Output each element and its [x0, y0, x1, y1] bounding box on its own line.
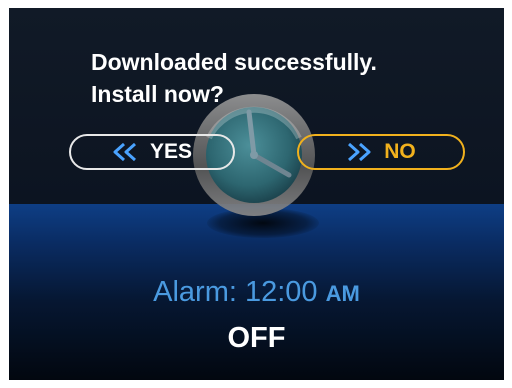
dialog-line-2: Install now? — [91, 81, 224, 107]
yes-button[interactable]: YES — [69, 134, 235, 170]
alarm-prefix: Alarm: — [153, 276, 245, 308]
rewind-icon — [113, 142, 136, 162]
alarm-time: Alarm: 12:00 AM — [9, 276, 504, 309]
alarm-time-value: 12:00 — [244, 276, 318, 308]
no-button[interactable]: NO — [297, 134, 465, 170]
no-label: NO — [384, 140, 416, 163]
dialog-message: Downloaded successfully. Install now? — [91, 46, 471, 110]
fast-forward-icon — [348, 142, 371, 162]
alarm-status: OFF — [227, 322, 286, 354]
alarm-period: AM — [325, 281, 360, 306]
dialog-line-1: Downloaded successfully. — [91, 49, 377, 75]
device-screen: Downloaded successfully. Install now? YE… — [9, 8, 504, 380]
yes-label: YES — [149, 140, 193, 163]
